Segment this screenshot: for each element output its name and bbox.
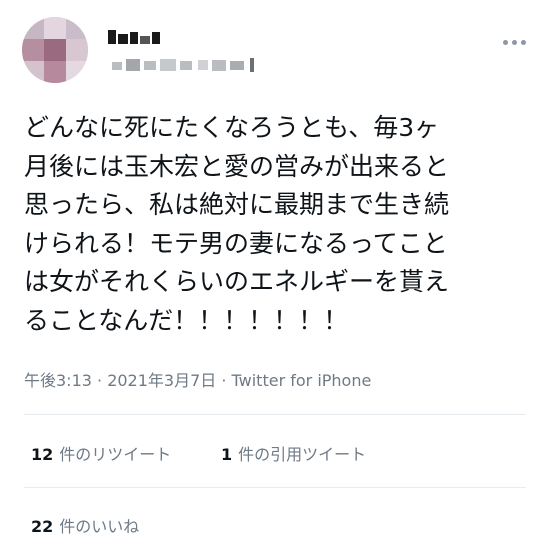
avatar[interactable]	[22, 17, 88, 83]
tweet-line: どんなに死にたくなろうとも、毎3ヶ	[24, 113, 440, 142]
tweet-line: は女がそれくらいのエネルギーを貰え	[24, 267, 450, 296]
tweet-line: ることなんだ！！！！！！！	[24, 305, 349, 335]
likes-stat[interactable]: 22 件のいいね	[31, 513, 139, 537]
tweet-line: 月後には玉木宏と愛の営みが出来ると	[24, 151, 450, 181]
divider	[24, 414, 526, 415]
display-name[interactable]: ▓▓▓	[108, 26, 168, 48]
tweet-line: けられる！モテ男の妻になるってこと	[24, 228, 448, 258]
quotes-count: 1	[221, 445, 233, 464]
divider	[24, 487, 526, 488]
tweet-timestamp[interactable]: 午後3:13 · 2021年3月7日 · Twitter for iPhone	[24, 367, 371, 391]
retweets-count: 12	[31, 445, 54, 464]
tweet-text: どんなに死にたくなろうとも、毎3ヶ 月後には玉木宏と愛の営みが出来ると 思ったら…	[24, 109, 524, 340]
likes-count: 22	[31, 517, 54, 536]
display-name-text: ▓▓▓	[108, 26, 110, 27]
quotes-stat[interactable]: 1 件の引用ツイート	[221, 441, 366, 465]
retweets-stat[interactable]: 12 件のリツイート	[31, 441, 171, 465]
likes-label: 件のいいね	[59, 517, 140, 536]
quotes-label: 件の引用ツイート	[238, 445, 367, 464]
tweet-line: 思ったら、私は絶対に最期まで生き続	[24, 190, 450, 219]
more-horizontal-icon[interactable]	[500, 36, 530, 50]
retweets-label: 件のリツイート	[59, 445, 172, 464]
user-handle-text: ▒▒▒▒▒▒▒▒▒	[112, 56, 119, 57]
user-handle[interactable]: ▒▒▒▒▒▒▒▒▒	[112, 56, 264, 74]
